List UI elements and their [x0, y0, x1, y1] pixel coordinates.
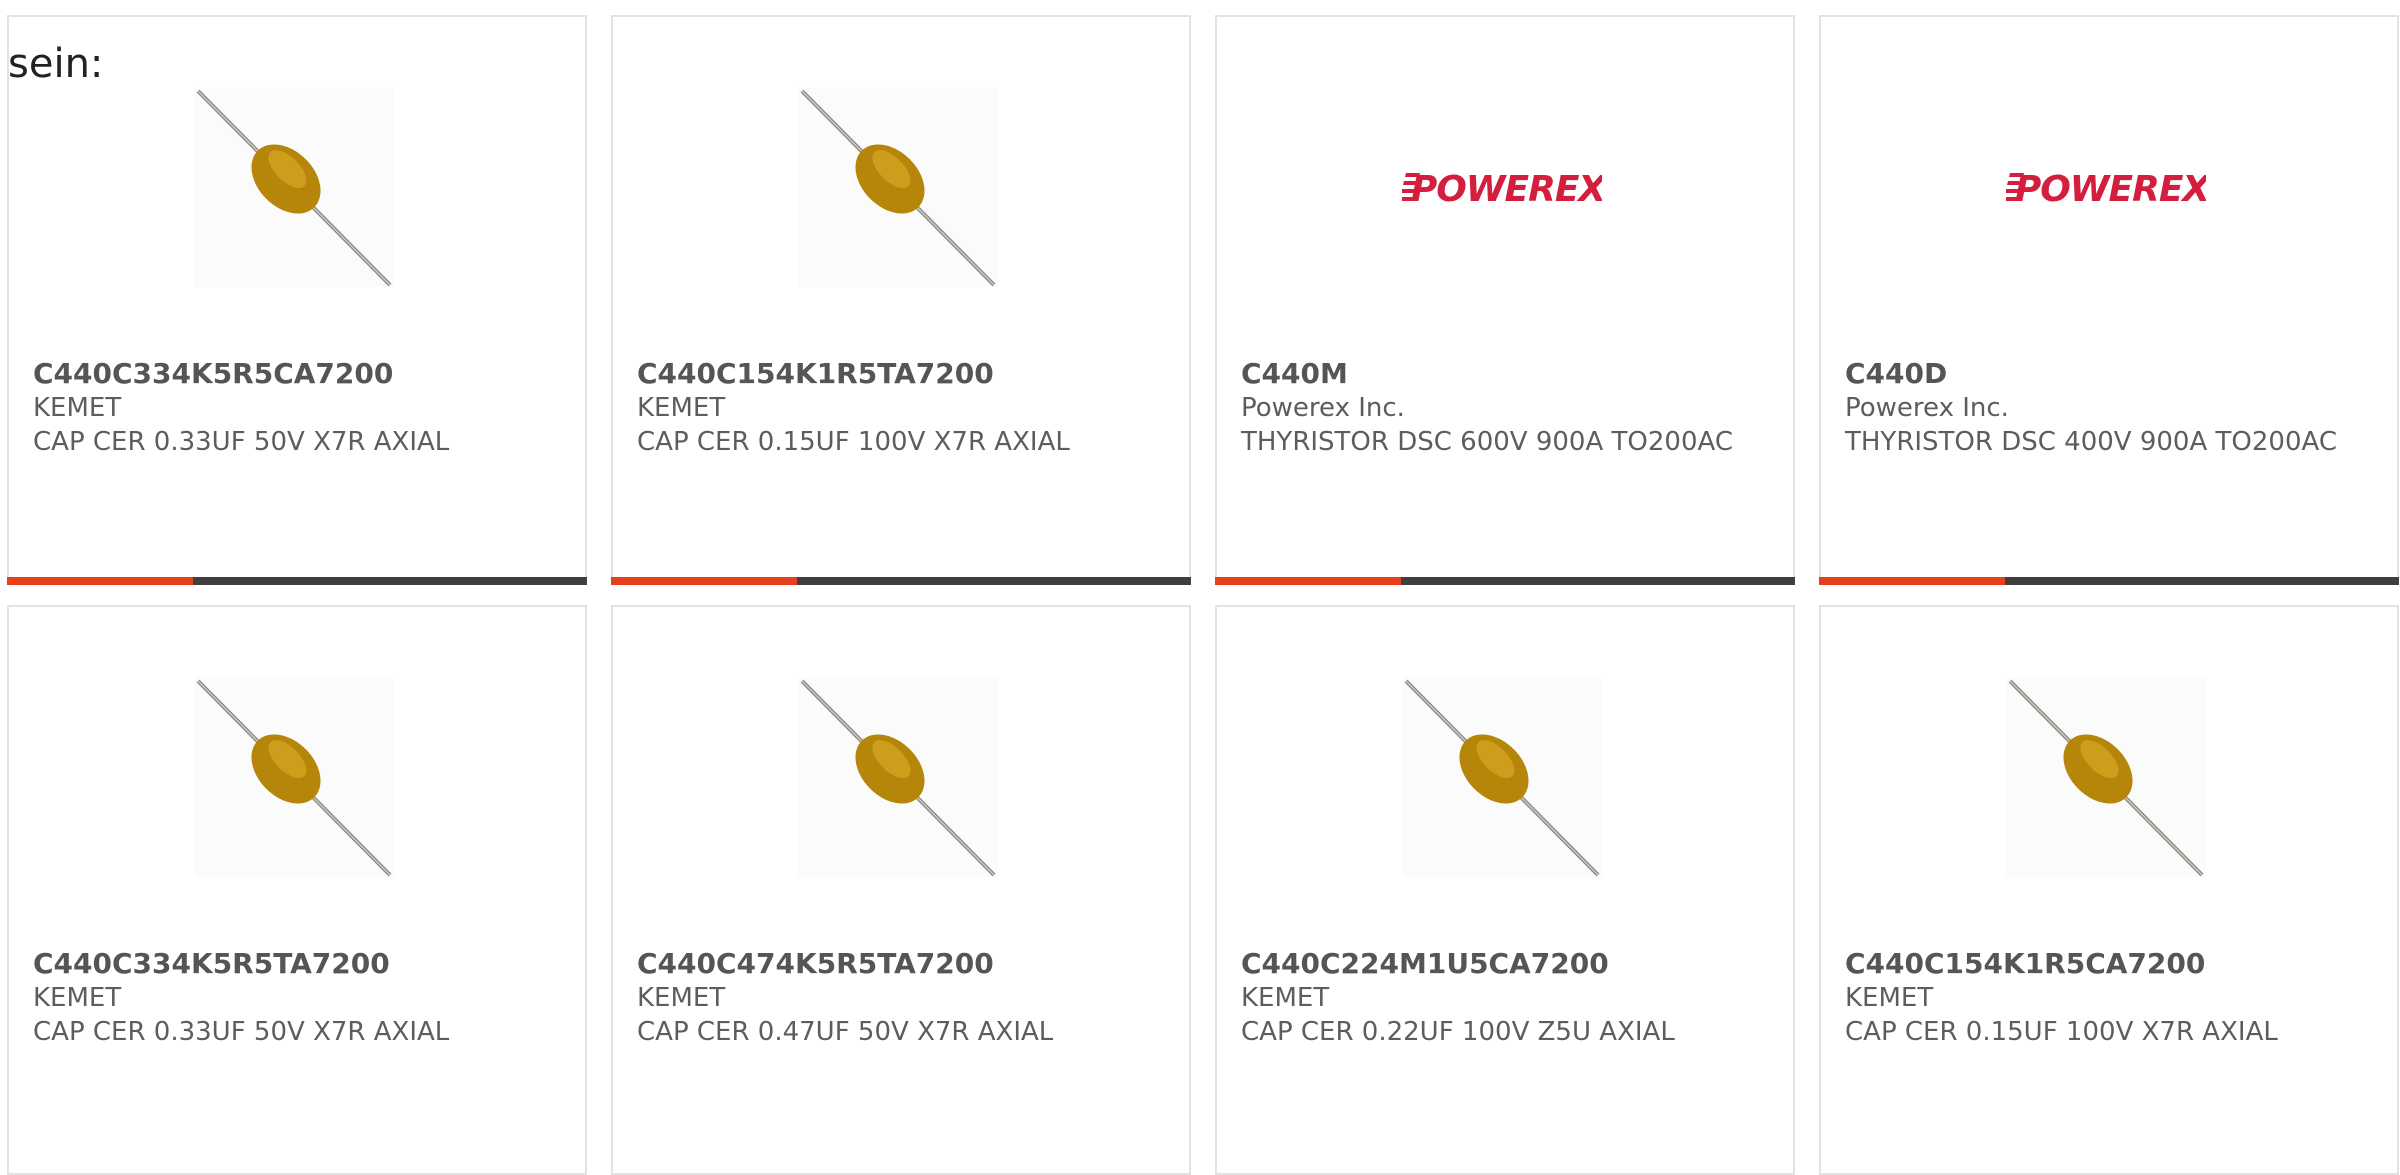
capacitor-image — [798, 87, 998, 287]
product-grid: C440C334K5R5CA7200 KEMET CAP CER 0.33UF … — [0, 0, 2400, 1175]
svg-text:POWEREX: POWEREX — [1411, 169, 1602, 210]
manufacturer: KEMET — [33, 983, 122, 1013]
product-card[interactable]: POWEREX C440M Powerex Inc. THYRISTOR DSC… — [1215, 15, 1795, 585]
product-card[interactable]: C440C154K1R5TA7200 KEMET CAP CER 0.15UF … — [611, 15, 1191, 585]
manufacturer: KEMET — [1241, 983, 1330, 1013]
part-number[interactable]: C440C474K5R5TA7200 — [637, 947, 1167, 981]
description: THYRISTOR DSC 400V 900A TO200AC — [1845, 427, 2337, 457]
manufacturer: KEMET — [1845, 983, 1934, 1013]
card-accent-fill — [1215, 577, 1401, 585]
card-accent-bar — [611, 577, 1191, 585]
capacitor-image — [194, 87, 394, 287]
part-number[interactable]: C440M — [1241, 357, 1771, 391]
manufacturer: Powerex Inc. — [1845, 393, 2009, 423]
manufacturer: Powerex Inc. — [1241, 393, 1405, 423]
description: CAP CER 0.33UF 50V X7R AXIAL — [33, 427, 450, 457]
product-card[interactable]: C440C224M1U5CA7200 KEMET CAP CER 0.22UF … — [1215, 605, 1795, 1175]
product-card[interactable]: C440C334K5R5TA7200 KEMET CAP CER 0.33UF … — [7, 605, 587, 1175]
capacitor-image — [2006, 677, 2206, 877]
part-number[interactable]: C440C334K5R5CA7200 — [33, 357, 563, 391]
product-card[interactable]: C440C334K5R5CA7200 KEMET CAP CER 0.33UF … — [7, 15, 587, 585]
card-accent-fill — [1819, 577, 2005, 585]
manufacturer: KEMET — [637, 983, 726, 1013]
card-accent-fill — [611, 577, 797, 585]
part-number[interactable]: C440C224M1U5CA7200 — [1241, 947, 1771, 981]
part-number[interactable]: C440C334K5R5TA7200 — [33, 947, 563, 981]
capacitor-image — [798, 677, 998, 877]
card-accent-bar — [1215, 577, 1795, 585]
card-accent-bar — [7, 577, 587, 585]
description: CAP CER 0.33UF 50V X7R AXIAL — [33, 1017, 450, 1047]
part-number[interactable]: C440C154K1R5CA7200 — [1845, 947, 2375, 981]
description: CAP CER 0.22UF 100V Z5U AXIAL — [1241, 1017, 1675, 1047]
product-card[interactable]: C440C474K5R5TA7200 KEMET CAP CER 0.47UF … — [611, 605, 1191, 1175]
powerex-logo: POWEREX — [2006, 87, 2206, 287]
capacitor-image — [1402, 677, 1602, 877]
manufacturer: KEMET — [637, 393, 726, 423]
product-card[interactable]: C440C154K1R5CA7200 KEMET CAP CER 0.15UF … — [1819, 605, 2399, 1175]
card-accent-fill — [7, 577, 193, 585]
intro-text: sein: — [8, 41, 104, 87]
part-number[interactable]: C440D — [1845, 357, 2375, 391]
description: THYRISTOR DSC 600V 900A TO200AC — [1241, 427, 1733, 457]
svg-text:POWEREX: POWEREX — [2015, 169, 2206, 210]
card-accent-bar — [1819, 577, 2399, 585]
description: CAP CER 0.47UF 50V X7R AXIAL — [637, 1017, 1054, 1047]
capacitor-image — [194, 677, 394, 877]
product-card[interactable]: POWEREX C440D Powerex Inc. THYRISTOR DSC… — [1819, 15, 2399, 585]
description: CAP CER 0.15UF 100V X7R AXIAL — [637, 427, 1070, 457]
powerex-logo: POWEREX — [1402, 87, 1602, 287]
description: CAP CER 0.15UF 100V X7R AXIAL — [1845, 1017, 2278, 1047]
manufacturer: KEMET — [33, 393, 122, 423]
part-number[interactable]: C440C154K1R5TA7200 — [637, 357, 1167, 391]
